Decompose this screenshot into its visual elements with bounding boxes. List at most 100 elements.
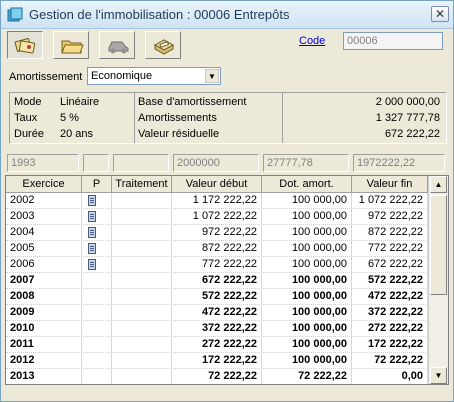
- cell-valeur-fin[interactable]: 72 222,22: [352, 353, 428, 369]
- code-link[interactable]: Code: [299, 35, 325, 47]
- cell-dot-amort[interactable]: 100 000,00: [262, 241, 352, 257]
- chevron-down-icon[interactable]: ▼: [205, 69, 219, 83]
- cell-traitement[interactable]: [112, 353, 172, 369]
- cell-exercice[interactable]: 2009: [6, 305, 82, 321]
- table-row[interactable]: 2013 72 222,22 72 222,22 0,00: [6, 369, 428, 384]
- table-row[interactable]: 2012 172 222,22 100 000,00 72 222,22: [6, 353, 428, 369]
- header-valeur-debut[interactable]: Valeur début: [172, 176, 262, 193]
- close-button[interactable]: ✕: [431, 6, 449, 22]
- cell-traitement[interactable]: [112, 369, 172, 384]
- title-bar[interactable]: Gestion de l'immobilisation : 00006 Entr…: [1, 1, 453, 29]
- toolbar-button-1[interactable]: [7, 31, 43, 59]
- cell-p[interactable]: [82, 289, 112, 305]
- cell-p[interactable]: [82, 369, 112, 384]
- header-valeur-fin[interactable]: Valeur fin: [352, 176, 428, 193]
- toolbar-button-4[interactable]: [145, 31, 181, 59]
- cell-valeur-debut[interactable]: 172 222,22: [172, 353, 262, 369]
- table-row[interactable]: 2003 1 072 222,22 100 000,00 972 222,22: [6, 209, 428, 225]
- cell-p[interactable]: [82, 353, 112, 369]
- cell-valeur-fin[interactable]: 1 072 222,22: [352, 193, 428, 209]
- cell-valeur-debut[interactable]: 1 072 222,22: [172, 209, 262, 225]
- cell-traitement[interactable]: [112, 193, 172, 209]
- cell-p[interactable]: [82, 225, 112, 241]
- cell-dot-amort[interactable]: 100 000,00: [262, 193, 352, 209]
- cell-traitement[interactable]: [112, 305, 172, 321]
- cell-dot-amort[interactable]: 100 000,00: [262, 209, 352, 225]
- cell-valeur-debut[interactable]: 472 222,22: [172, 305, 262, 321]
- cell-dot-amort[interactable]: 100 000,00: [262, 257, 352, 273]
- code-field[interactable]: 00006: [343, 32, 443, 50]
- scroll-thumb[interactable]: [430, 195, 447, 295]
- cell-exercice[interactable]: 2010: [6, 321, 82, 337]
- cell-p[interactable]: [82, 337, 112, 353]
- header-p[interactable]: P: [82, 176, 112, 193]
- cell-valeur-fin[interactable]: 672 222,22: [352, 257, 428, 273]
- scroll-up-button[interactable]: ▲: [430, 176, 447, 193]
- cell-exercice[interactable]: 2013: [6, 369, 82, 384]
- cell-exercice[interactable]: 2012: [6, 353, 82, 369]
- cell-exercice[interactable]: 2005: [6, 241, 82, 257]
- cell-traitement[interactable]: [112, 321, 172, 337]
- cell-valeur-debut[interactable]: 772 222,22: [172, 257, 262, 273]
- cell-dot-amort[interactable]: 100 000,00: [262, 353, 352, 369]
- cell-valeur-debut[interactable]: 872 222,22: [172, 241, 262, 257]
- table-row[interactable]: 2005 872 222,22 100 000,00 772 222,22: [6, 241, 428, 257]
- table-row[interactable]: 2007 672 222,22 100 000,00 572 222,22: [6, 273, 428, 289]
- cell-traitement[interactable]: [112, 273, 172, 289]
- cell-valeur-fin[interactable]: 372 222,22: [352, 305, 428, 321]
- cell-exercice[interactable]: 2011: [6, 337, 82, 353]
- cell-exercice[interactable]: 2007: [6, 273, 82, 289]
- header-exercice[interactable]: Exercice: [6, 176, 82, 193]
- cell-valeur-debut[interactable]: 572 222,22: [172, 289, 262, 305]
- table-row[interactable]: 2004 972 222,22 100 000,00 872 222,22: [6, 225, 428, 241]
- header-traitement[interactable]: Traitement: [112, 176, 172, 193]
- cell-p[interactable]: [82, 209, 112, 225]
- table-row[interactable]: 2006 772 222,22 100 000,00 672 222,22: [6, 257, 428, 273]
- cell-dot-amort[interactable]: 100 000,00: [262, 289, 352, 305]
- cell-dot-amort[interactable]: 72 222,22: [262, 369, 352, 384]
- table-row[interactable]: 2002 1 172 222,22 100 000,00 1 072 222,22: [6, 193, 428, 209]
- cell-valeur-fin[interactable]: 972 222,22: [352, 209, 428, 225]
- cell-traitement[interactable]: [112, 225, 172, 241]
- cell-dot-amort[interactable]: 100 000,00: [262, 273, 352, 289]
- cell-exercice[interactable]: 2006: [6, 257, 82, 273]
- cell-valeur-debut[interactable]: 272 222,22: [172, 337, 262, 353]
- cell-valeur-fin[interactable]: 472 222,22: [352, 289, 428, 305]
- cell-traitement[interactable]: [112, 289, 172, 305]
- cell-valeur-fin[interactable]: 272 222,22: [352, 321, 428, 337]
- cell-p[interactable]: [82, 257, 112, 273]
- cell-exercice[interactable]: 2003: [6, 209, 82, 225]
- cell-p[interactable]: [82, 193, 112, 209]
- cell-valeur-debut[interactable]: 372 222,22: [172, 321, 262, 337]
- toolbar-button-3[interactable]: [99, 31, 135, 59]
- vertical-scrollbar[interactable]: ▲ ▼: [428, 176, 448, 384]
- cell-p[interactable]: [82, 321, 112, 337]
- cell-traitement[interactable]: [112, 337, 172, 353]
- cell-p[interactable]: [82, 241, 112, 257]
- cell-dot-amort[interactable]: 100 000,00: [262, 321, 352, 337]
- table-row[interactable]: 2010 372 222,22 100 000,00 272 222,22: [6, 321, 428, 337]
- cell-exercice[interactable]: 2004: [6, 225, 82, 241]
- toolbar-button-2[interactable]: [53, 31, 89, 59]
- cell-valeur-fin[interactable]: 772 222,22: [352, 241, 428, 257]
- cell-valeur-debut[interactable]: 672 222,22: [172, 273, 262, 289]
- cell-dot-amort[interactable]: 100 000,00: [262, 225, 352, 241]
- cell-valeur-debut[interactable]: 1 172 222,22: [172, 193, 262, 209]
- cell-dot-amort[interactable]: 100 000,00: [262, 337, 352, 353]
- cell-exercice[interactable]: 2002: [6, 193, 82, 209]
- cell-p[interactable]: [82, 305, 112, 321]
- cell-dot-amort[interactable]: 100 000,00: [262, 305, 352, 321]
- cell-traitement[interactable]: [112, 257, 172, 273]
- header-dot-amort[interactable]: Dot. amort.: [262, 176, 352, 193]
- cell-valeur-debut[interactable]: 72 222,22: [172, 369, 262, 384]
- cell-exercice[interactable]: 2008: [6, 289, 82, 305]
- cell-valeur-fin[interactable]: 172 222,22: [352, 337, 428, 353]
- cell-valeur-fin[interactable]: 572 222,22: [352, 273, 428, 289]
- cell-traitement[interactable]: [112, 209, 172, 225]
- cell-traitement[interactable]: [112, 241, 172, 257]
- table-row[interactable]: 2011 272 222,22 100 000,00 172 222,22: [6, 337, 428, 353]
- cell-valeur-fin[interactable]: 872 222,22: [352, 225, 428, 241]
- table-row[interactable]: 2009 472 222,22 100 000,00 372 222,22: [6, 305, 428, 321]
- cell-p[interactable]: [82, 273, 112, 289]
- table-row[interactable]: 2008 572 222,22 100 000,00 472 222,22: [6, 289, 428, 305]
